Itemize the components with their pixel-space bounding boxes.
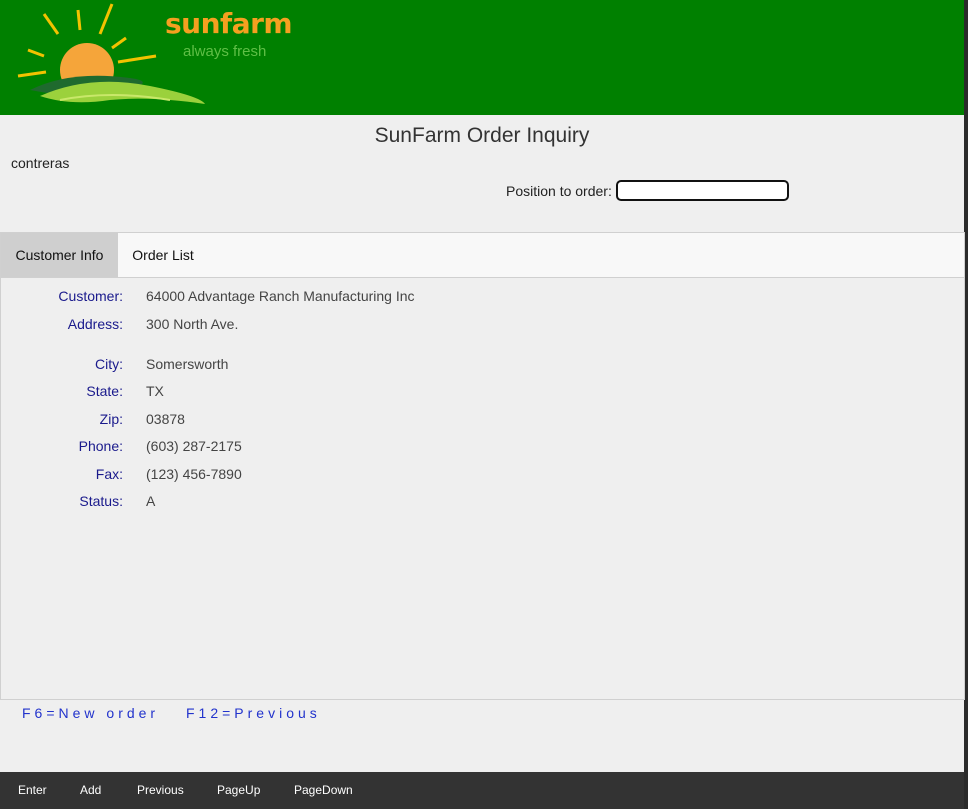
state-value: TX	[146, 383, 164, 399]
address-row: Address: 300 North Ave.	[1, 316, 701, 336]
f12-previous-key[interactable]: F12=Previous	[186, 705, 321, 721]
field-label: Zip:	[99, 411, 123, 427]
field-label: Phone:	[78, 438, 123, 454]
status-value: A	[146, 493, 156, 509]
address-value: 300 North Ave.	[146, 316, 239, 332]
customer-value: 64000 Advantage Ranch Manufacturing Inc	[146, 288, 415, 304]
state-row: State: TX	[1, 383, 701, 403]
brand-name: sunfarm	[165, 7, 293, 40]
field-label: Status:	[79, 493, 123, 509]
pageup-button[interactable]: PageUp	[217, 772, 260, 809]
city-value: Somersworth	[146, 356, 229, 372]
brand-tagline: always fresh	[183, 43, 267, 60]
zip-row: Zip: 03878	[1, 411, 701, 431]
user-name: contreras	[11, 155, 70, 171]
add-button[interactable]: Add	[80, 772, 101, 809]
zip-value: 03878	[146, 411, 185, 427]
field-label: City:	[95, 356, 123, 372]
tab-order-list[interactable]: Order List	[118, 233, 208, 277]
phone-value: (603) 287-2175	[146, 438, 242, 454]
position-to-order-input[interactable]	[616, 180, 789, 201]
f6-new-order-key[interactable]: F6=New order	[22, 705, 159, 721]
pagedown-button[interactable]: PageDown	[294, 772, 353, 809]
city-row: City: Somersworth	[1, 356, 701, 376]
customer-row: Customer: 64000 Advantage Ranch Manufact…	[1, 288, 701, 308]
command-bar: Enter Add Previous PageUp PageDown	[0, 772, 964, 809]
tab-bar: Customer Info Order List	[1, 233, 964, 278]
field-label: Address:	[67, 316, 123, 332]
tab-panel: Customer Info Order List Customer: 64000…	[0, 232, 965, 700]
field-label: Fax:	[95, 466, 123, 482]
page-title: SunFarm Order Inquiry	[374, 124, 590, 147]
position-label: Position to order:	[506, 183, 612, 199]
field-label: State:	[86, 383, 123, 399]
previous-button[interactable]: Previous	[137, 772, 184, 809]
phone-row: Phone: (603) 287-2175	[1, 438, 701, 458]
tab-customer-info[interactable]: Customer Info	[1, 233, 118, 277]
field-label: Customer:	[58, 288, 123, 304]
fax-value: (123) 456-7890	[146, 466, 242, 482]
status-row: Status: A	[1, 493, 701, 513]
fax-row: Fax: (123) 456-7890	[1, 466, 701, 486]
app-header: sunfarm always fresh	[0, 0, 964, 115]
enter-button[interactable]: Enter	[18, 772, 47, 809]
